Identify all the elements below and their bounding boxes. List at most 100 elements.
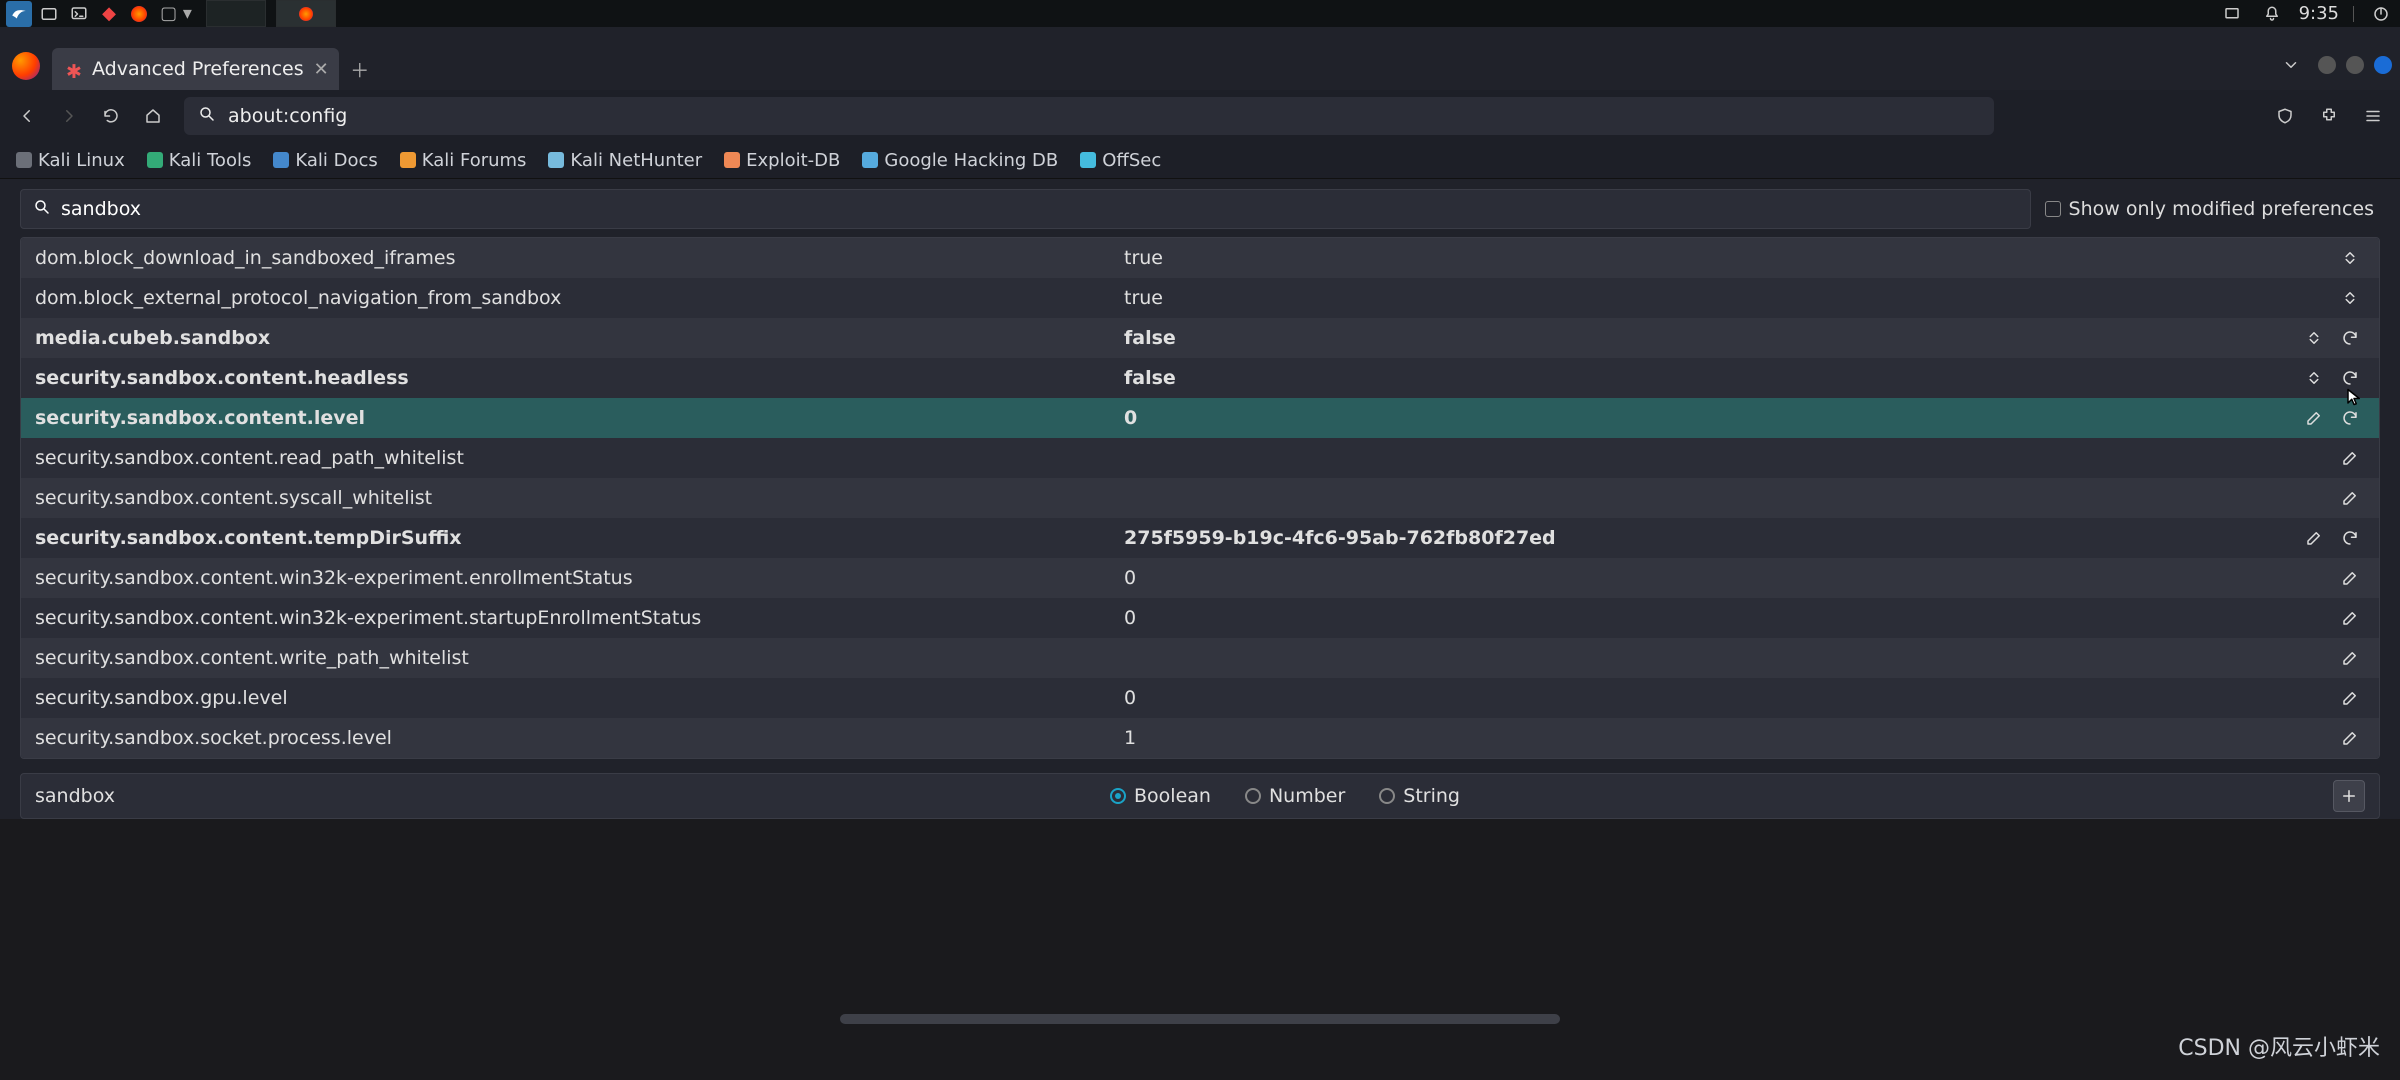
- bookmark-label: Kali NetHunter: [570, 150, 702, 171]
- os-panel: ◆ ▢ ▾ 9:35: [0, 0, 2400, 27]
- edit-button[interactable]: [2335, 443, 2365, 473]
- pref-row[interactable]: security.sandbox.content.read_path_white…: [21, 438, 2379, 478]
- bookmark-label: OffSec: [1102, 150, 1161, 171]
- bookmark-kali-linux[interactable]: Kali Linux: [16, 150, 125, 171]
- bookmark-kali-forums[interactable]: Kali Forums: [400, 150, 527, 171]
- edit-button[interactable]: [2335, 563, 2365, 593]
- window-maximize[interactable]: [2346, 56, 2364, 74]
- search-icon: [198, 105, 216, 128]
- terminal-icon[interactable]: [66, 1, 92, 27]
- bookmark-kali-docs[interactable]: Kali Docs: [273, 150, 377, 171]
- tab-label: Advanced Preferences: [92, 58, 304, 80]
- type-radio-number[interactable]: Number: [1245, 785, 1345, 807]
- bookmark-favicon: [548, 152, 564, 168]
- pref-row[interactable]: security.sandbox.gpu.level 0: [21, 678, 2379, 718]
- pref-value: 0: [1124, 407, 2285, 429]
- pref-row[interactable]: security.sandbox.content.level 0: [21, 398, 2379, 438]
- pref-row[interactable]: media.cubeb.sandbox false: [21, 318, 2379, 358]
- edit-button[interactable]: [2335, 723, 2365, 753]
- toggle-button[interactable]: [2335, 243, 2365, 273]
- firefox-panel-icon[interactable]: [126, 1, 152, 27]
- toggle-button[interactable]: [2299, 323, 2329, 353]
- taskbar-app-firefox[interactable]: [276, 0, 336, 27]
- edit-button[interactable]: [2335, 483, 2365, 513]
- search-icon: [33, 198, 51, 221]
- pref-value: 275f5959-b19c-4fc6-95ab-762fb80f27ed: [1124, 527, 2285, 549]
- edit-button[interactable]: [2299, 523, 2329, 553]
- bookmark-google-hacking-db[interactable]: Google Hacking DB: [862, 150, 1058, 171]
- shield-icon[interactable]: [2268, 99, 2302, 133]
- files-icon[interactable]: [36, 1, 62, 27]
- watermark-text: CSDN @风云小虾米: [2178, 1030, 2380, 1062]
- horizontal-scrollbar[interactable]: [840, 1014, 1560, 1024]
- pref-row[interactable]: dom.block_download_in_sandboxed_iframes …: [21, 238, 2379, 278]
- edit-button[interactable]: [2335, 683, 2365, 713]
- url-text: about:config: [228, 105, 347, 127]
- pref-row[interactable]: security.sandbox.content.headless false: [21, 358, 2379, 398]
- new-tab-button[interactable]: ＋: [343, 52, 377, 86]
- new-pref-name: sandbox: [35, 785, 1110, 807]
- type-radio-boolean[interactable]: Boolean: [1110, 785, 1211, 807]
- show-only-modified-checkbox[interactable]: Show only modified preferences: [2045, 198, 2380, 220]
- workspace-switcher[interactable]: ▢ ▾: [156, 1, 196, 27]
- pref-row[interactable]: security.sandbox.content.syscall_whiteli…: [21, 478, 2379, 518]
- bookmark-label: Kali Tools: [169, 150, 252, 171]
- show-only-modified-label: Show only modified preferences: [2069, 198, 2374, 220]
- pref-row[interactable]: dom.block_external_protocol_navigation_f…: [21, 278, 2379, 318]
- bookmark-label: Kali Linux: [38, 150, 125, 171]
- pref-row[interactable]: security.sandbox.content.win32k-experime…: [21, 558, 2379, 598]
- reset-button[interactable]: [2335, 403, 2365, 433]
- list-all-tabs-icon[interactable]: [2274, 48, 2308, 82]
- type-radio-string[interactable]: String: [1379, 785, 1460, 807]
- pref-value: false: [1124, 327, 2285, 349]
- pref-name: security.sandbox.content.win32k-experime…: [35, 607, 1110, 629]
- power-icon[interactable]: [2368, 1, 2394, 27]
- reset-button[interactable]: [2335, 323, 2365, 353]
- url-bar[interactable]: about:config: [184, 97, 1994, 135]
- back-button[interactable]: [10, 99, 44, 133]
- pref-table: dom.block_download_in_sandboxed_iframes …: [20, 237, 2380, 759]
- reset-button[interactable]: [2335, 363, 2365, 393]
- firefox-logo-icon: [12, 52, 40, 80]
- bookmark-favicon: [1080, 152, 1096, 168]
- tab-advanced-preferences[interactable]: ✱ Advanced Preferences ✕: [52, 48, 339, 90]
- add-pref-button[interactable]: [2333, 780, 2365, 812]
- toggle-button[interactable]: [2335, 283, 2365, 313]
- close-tab-icon[interactable]: ✕: [314, 59, 329, 80]
- reload-button[interactable]: [94, 99, 128, 133]
- pref-row[interactable]: security.sandbox.content.win32k-experime…: [21, 598, 2379, 638]
- bookmark-offsec[interactable]: OffSec: [1080, 150, 1161, 171]
- pref-value: true: [1124, 247, 2321, 269]
- edit-button[interactable]: [2335, 603, 2365, 633]
- edit-button[interactable]: [2335, 643, 2365, 673]
- pref-search-value: sandbox: [61, 198, 141, 220]
- bookmark-exploit-db[interactable]: Exploit-DB: [724, 150, 840, 171]
- screen-icon[interactable]: [2219, 1, 2245, 27]
- pref-row[interactable]: security.sandbox.socket.process.level 1: [21, 718, 2379, 758]
- extensions-icon[interactable]: [2312, 99, 2346, 133]
- pref-name: security.sandbox.content.headless: [35, 367, 1110, 389]
- editor-icon[interactable]: ◆: [96, 1, 122, 27]
- toggle-button[interactable]: [2299, 363, 2329, 393]
- kali-menu-icon[interactable]: [6, 1, 32, 27]
- home-button[interactable]: [136, 99, 170, 133]
- notifications-icon[interactable]: [2259, 1, 2285, 27]
- window-close[interactable]: [2374, 56, 2392, 74]
- pref-search-input[interactable]: sandbox: [20, 189, 2031, 229]
- pref-value: 0: [1124, 607, 2321, 629]
- bookmark-label: Kali Forums: [422, 150, 527, 171]
- reset-button[interactable]: [2335, 523, 2365, 553]
- tab-favicon: ✱: [66, 61, 82, 77]
- taskbar-app-1[interactable]: [206, 0, 266, 27]
- panel-clock[interactable]: 9:35: [2299, 3, 2339, 24]
- pref-row[interactable]: security.sandbox.content.tempDirSuffix 2…: [21, 518, 2379, 558]
- edit-button[interactable]: [2299, 403, 2329, 433]
- window-minimize[interactable]: [2318, 56, 2336, 74]
- app-menu-icon[interactable]: [2356, 99, 2390, 133]
- pref-row[interactable]: security.sandbox.content.write_path_whit…: [21, 638, 2379, 678]
- bookmark-kali-tools[interactable]: Kali Tools: [147, 150, 252, 171]
- pref-name: security.sandbox.content.level: [35, 407, 1110, 429]
- bookmark-kali-nethunter[interactable]: Kali NetHunter: [548, 150, 702, 171]
- pref-name: security.sandbox.gpu.level: [35, 687, 1110, 709]
- pref-name: security.sandbox.content.syscall_whiteli…: [35, 487, 1110, 509]
